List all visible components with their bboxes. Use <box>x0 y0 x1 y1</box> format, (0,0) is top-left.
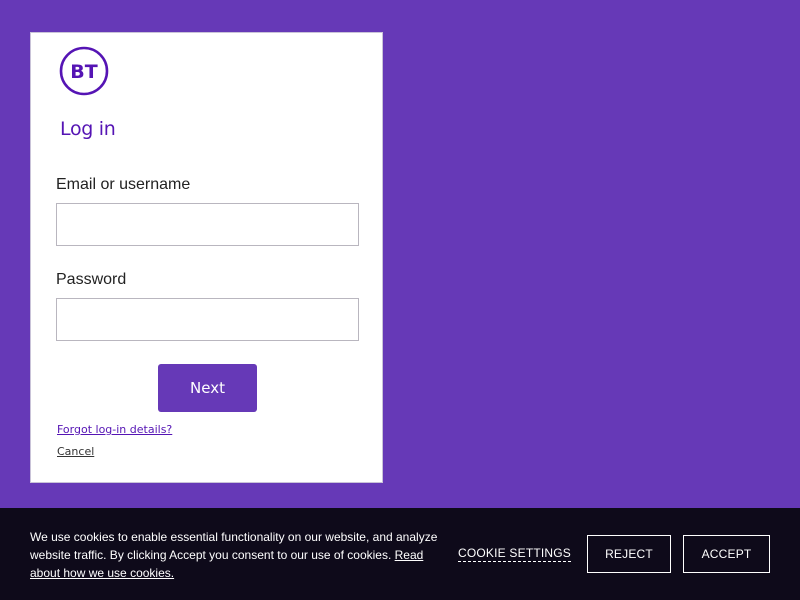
page-title: Log in <box>60 118 116 140</box>
password-label: Password <box>56 271 127 288</box>
login-card: BT Log in Email or username Password Nex… <box>30 32 383 483</box>
reject-button[interactable]: REJECT <box>587 535 671 573</box>
cookie-banner: We use cookies to enable essential funct… <box>0 508 800 600</box>
forgot-login-link[interactable]: Forgot log-in details? <box>57 423 172 436</box>
svg-text:BT: BT <box>70 61 97 83</box>
accept-button[interactable]: ACCEPT <box>683 535 770 573</box>
bt-logo: BT <box>59 46 109 96</box>
cookie-message-text: We use cookies to enable essential funct… <box>30 530 438 562</box>
email-label: Email or username <box>56 176 191 193</box>
next-button[interactable]: Next <box>158 364 257 412</box>
cookie-settings-button[interactable]: COOKIE SETTINGS <box>458 546 572 562</box>
cancel-link[interactable]: Cancel <box>57 445 94 458</box>
page: BT Log in Email or username Password Nex… <box>0 0 800 600</box>
email-field[interactable] <box>56 203 359 246</box>
cookie-message: We use cookies to enable essential funct… <box>30 528 445 582</box>
password-field[interactable] <box>56 298 359 341</box>
